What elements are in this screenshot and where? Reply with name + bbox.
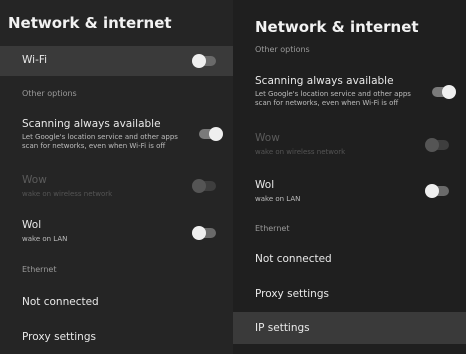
wow-label: Wow: [255, 132, 280, 144]
wol-row[interactable]: Wol wake on LAN: [233, 175, 466, 209]
not-connected-label: Not connected: [255, 253, 332, 265]
toggle-knob: [192, 54, 206, 68]
page-title: Network & internet: [255, 18, 419, 36]
left-settings-panel: Network & internet Wi-Fi Other options S…: [0, 0, 233, 354]
toggle-knob: [425, 184, 439, 198]
wow-description: wake on wireless network: [22, 190, 113, 198]
wol-toggle[interactable]: [192, 226, 216, 240]
scanning-description-line2: scan for networks, even when Wi-Fi is of…: [22, 142, 166, 150]
wol-description: wake on LAN: [22, 235, 68, 243]
scanning-description-line2: scan for networks, even when Wi-Fi is of…: [255, 99, 399, 107]
toggle-knob: [192, 226, 206, 240]
page-title: Network & internet: [8, 14, 172, 32]
toggle-knob: [442, 85, 456, 99]
not-connected-label: Not connected: [22, 296, 99, 308]
wifi-toggle[interactable]: [192, 54, 216, 68]
proxy-settings-label: Proxy settings: [255, 288, 329, 300]
proxy-settings-row[interactable]: Proxy settings: [0, 322, 233, 352]
scanning-description-line1: Let Google's location service and other …: [255, 90, 411, 98]
wow-toggle: [192, 179, 216, 193]
wifi-row[interactable]: Wi-Fi: [0, 46, 233, 76]
proxy-settings-label: Proxy settings: [22, 331, 96, 343]
wow-label: Wow: [22, 174, 47, 186]
toggle-knob: [209, 127, 223, 141]
other-options-header: Other options: [22, 89, 77, 98]
scanning-toggle[interactable]: [432, 85, 456, 99]
not-connected-row[interactable]: Not connected: [233, 246, 466, 274]
scanning-toggle[interactable]: [199, 127, 223, 141]
wow-row: Wow wake on wireless network: [233, 128, 466, 162]
wol-description: wake on LAN: [255, 195, 301, 203]
wow-description: wake on wireless network: [255, 148, 346, 156]
proxy-settings-row[interactable]: Proxy settings: [233, 280, 466, 310]
ip-settings-label: IP settings: [255, 322, 310, 334]
wifi-label: Wi-Fi: [22, 54, 48, 66]
right-settings-panel: Network & internet Other options Scannin…: [233, 0, 466, 354]
wol-label: Wol: [22, 219, 42, 231]
scanning-label: Scanning always available: [255, 75, 394, 87]
wow-row: Wow wake on wireless network: [0, 170, 233, 204]
settings-screen: Network & internet Wi-Fi Other options S…: [0, 0, 466, 354]
scanning-row[interactable]: Scanning always available Let Google's l…: [0, 112, 233, 160]
scanning-label: Scanning always available: [22, 118, 161, 130]
ethernet-header: Ethernet: [255, 224, 290, 233]
wol-label: Wol: [255, 179, 275, 191]
toggle-knob: [192, 179, 206, 193]
other-options-header: Other options: [255, 45, 310, 54]
ethernet-header: Ethernet: [22, 265, 57, 274]
scanning-description-line1: Let Google's location service and other …: [22, 133, 178, 141]
toggle-knob: [425, 138, 439, 152]
not-connected-row[interactable]: Not connected: [0, 288, 233, 316]
scanning-row[interactable]: Scanning always available Let Google's l…: [233, 70, 466, 118]
wol-row[interactable]: Wol wake on LAN: [0, 215, 233, 249]
wol-toggle[interactable]: [425, 184, 449, 198]
wow-toggle: [425, 138, 449, 152]
ip-settings-row[interactable]: IP settings: [233, 312, 466, 344]
